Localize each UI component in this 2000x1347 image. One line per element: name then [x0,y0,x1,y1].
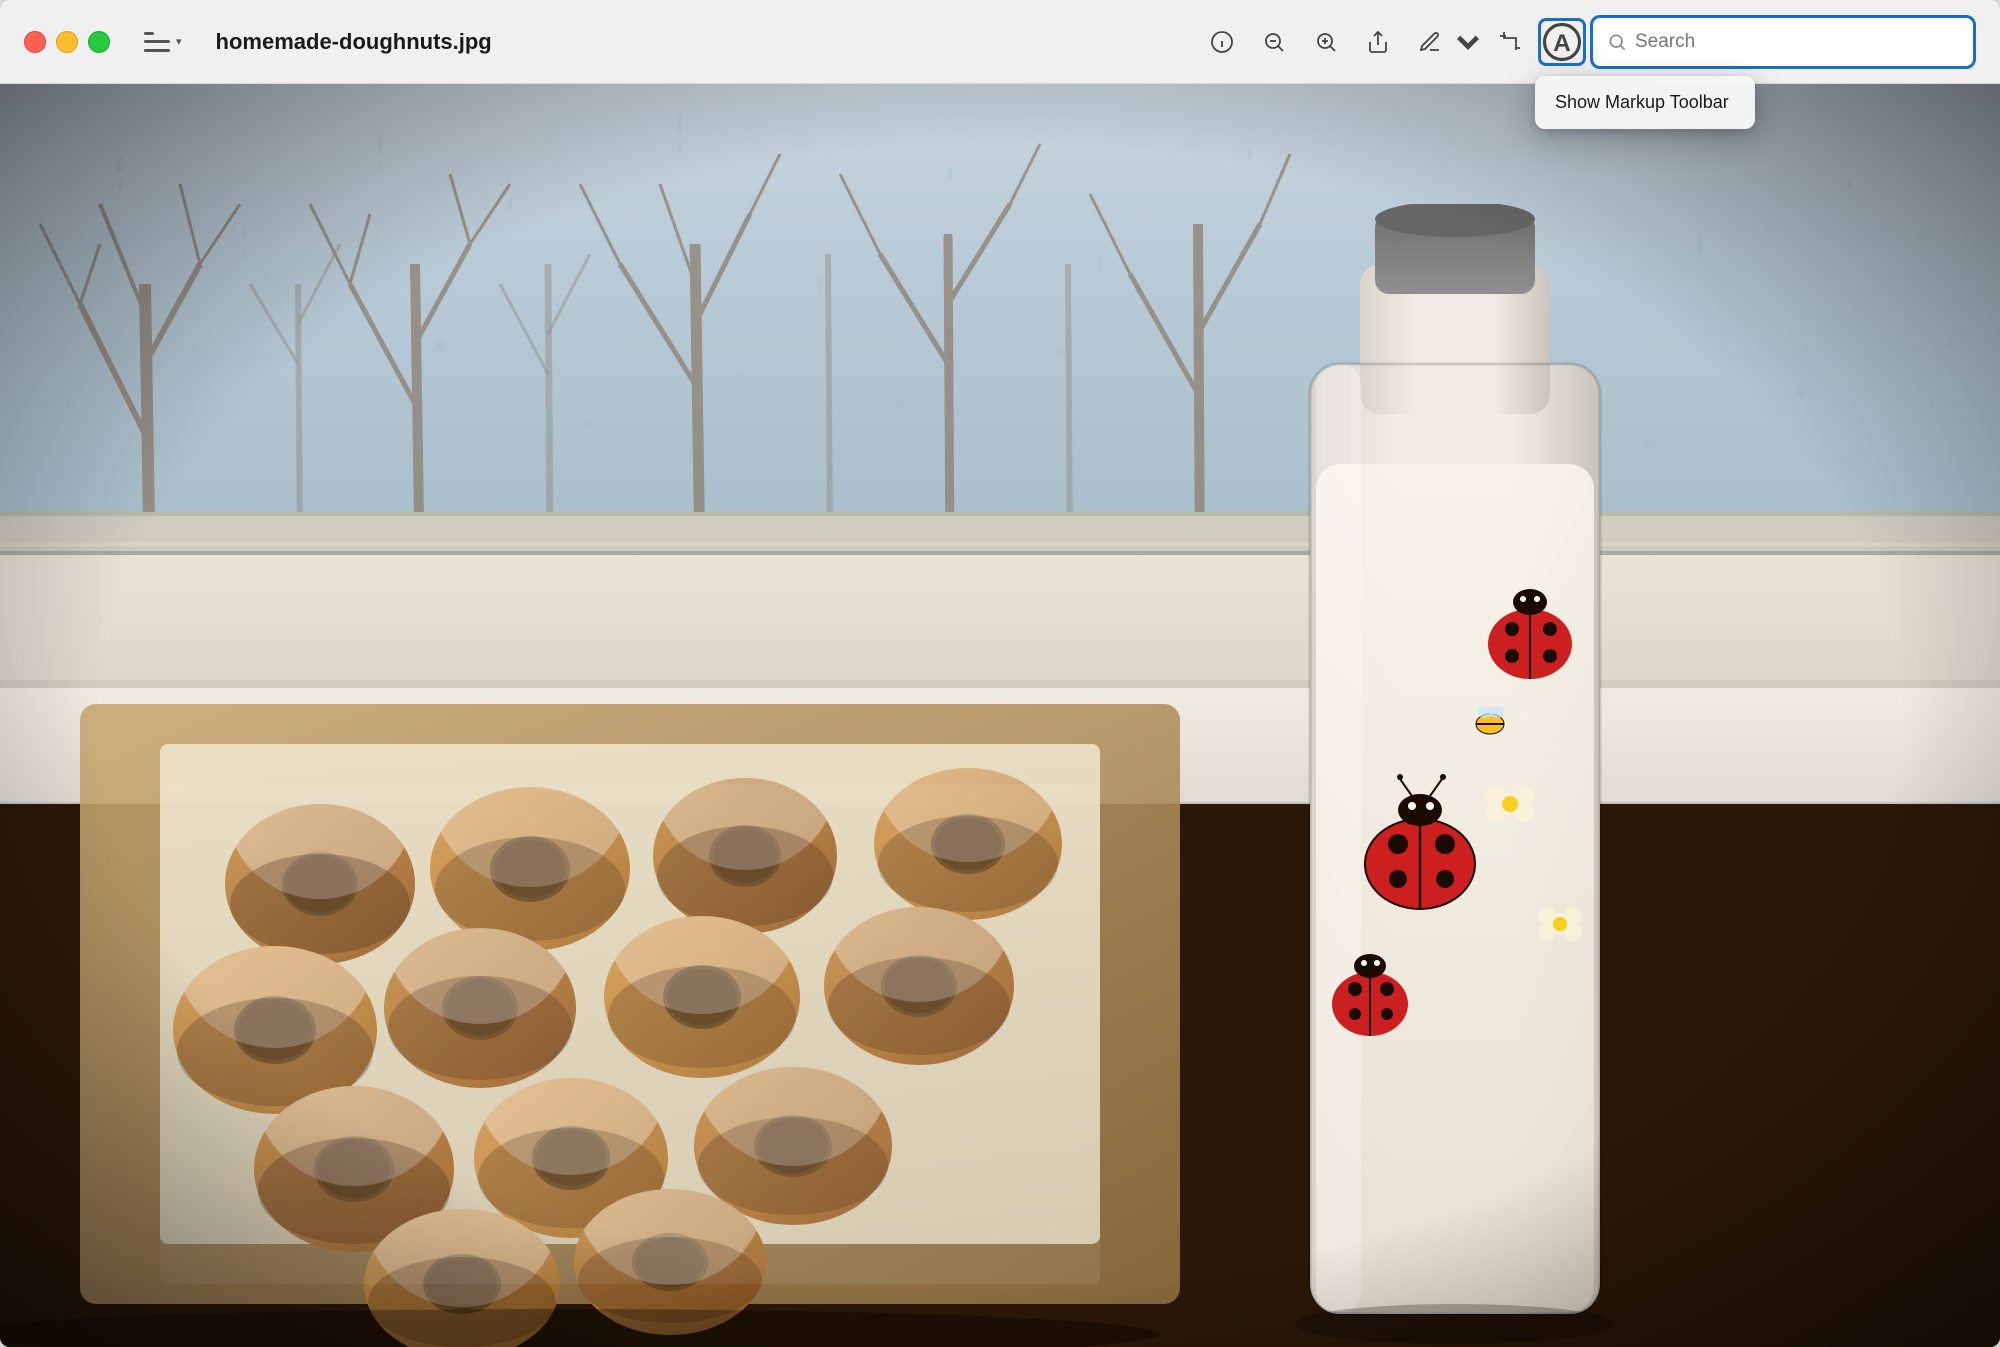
markup-icon: A [1541,21,1583,63]
markup-button-wrapper: A Show Markup Toolbar [1538,18,1586,66]
sidebar-icon-bar-3 [144,49,170,52]
svg-text:A: A [1553,29,1571,56]
share-button[interactable] [1354,18,1402,66]
traffic-lights [24,31,110,53]
crop-button[interactable] [1486,18,1534,66]
titlebar: ▾ homemade-doughnuts.jpg [0,0,2000,84]
dropdown-menu: Show Markup Toolbar [1535,76,1755,129]
markup-button[interactable]: A [1538,18,1586,66]
info-button[interactable] [1198,18,1246,66]
sidebar-toggle-button[interactable]: ▾ [134,26,192,58]
file-name: homemade-doughnuts.jpg [216,29,492,55]
share-icon [1366,30,1390,54]
photo-content [0,84,2000,1347]
pen-icon [1418,30,1442,54]
close-button[interactable] [24,31,46,53]
photo-area [0,84,2000,1347]
search-inner [1593,18,1973,66]
sidebar-icon-bar-2 [144,40,170,43]
zoom-out-icon [1262,30,1286,54]
pen-group [1406,18,1482,66]
sidebar-icon [144,32,170,52]
zoom-in-icon [1314,30,1338,54]
search-icon [1607,32,1627,52]
app-window: ▾ homemade-doughnuts.jpg [0,0,2000,1347]
toolbar-icons: A Show Markup Toolbar [1198,15,1976,69]
maximize-button[interactable] [88,31,110,53]
info-icon [1210,30,1234,54]
chevron-down-small-icon [1454,28,1482,56]
pen-dropdown-button[interactable] [1454,18,1482,66]
zoom-out-button[interactable] [1250,18,1298,66]
crop-icon [1498,30,1522,54]
pen-button[interactable] [1406,18,1454,66]
minimize-button[interactable] [56,31,78,53]
sidebar-icon-bar-1 [144,32,154,35]
chevron-down-icon: ▾ [176,35,182,48]
search-container [1590,15,1976,69]
show-markup-toolbar-item[interactable]: Show Markup Toolbar [1535,82,1755,123]
zoom-in-button[interactable] [1302,18,1350,66]
search-input[interactable] [1635,31,1959,53]
